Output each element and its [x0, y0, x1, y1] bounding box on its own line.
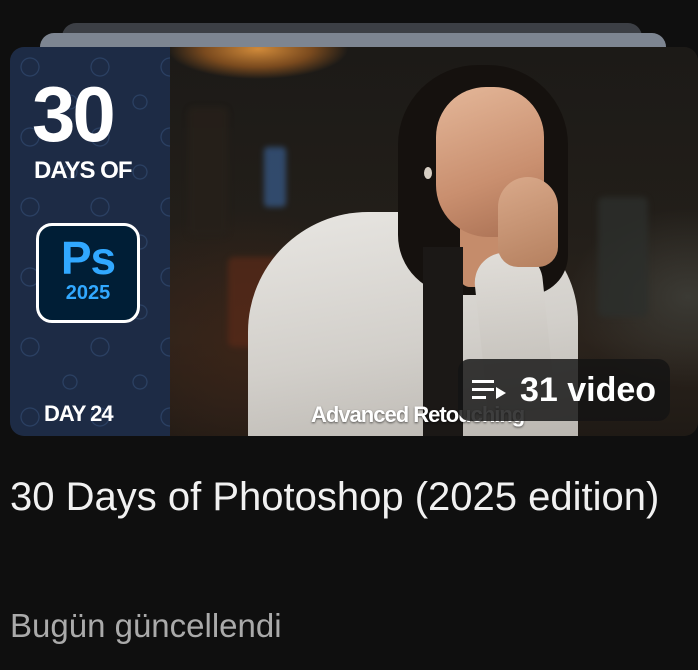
photoshop-logo-icon: Ps 2025	[36, 223, 140, 323]
playlist-title[interactable]: 30 Days of Photoshop (2025 edition)	[10, 468, 680, 526]
video-count-text: 31 video	[520, 370, 657, 409]
ps-logo-year: 2025	[65, 282, 111, 304]
playlist-icon	[472, 380, 506, 399]
thumbnail-day-label: DAY 24	[44, 401, 114, 426]
thumbnail-number: 30	[32, 70, 116, 158]
playlist-card[interactable]: 30 DAYS OF Ps 2025 DAY 24 Advanced Retou…	[0, 0, 698, 670]
thumbnail-days-of: DAYS OF	[34, 157, 132, 184]
ps-logo-text: Ps	[60, 232, 116, 284]
playlist-updated-status: Bugün güncellendi	[10, 607, 282, 644]
video-count-badge: 31 video	[458, 359, 671, 421]
playlist-thumbnail[interactable]: 30 DAYS OF Ps 2025 DAY 24 Advanced Retou…	[10, 47, 698, 436]
thumbnail-side-panel: 30 DAYS OF Ps 2025 DAY 24	[10, 47, 170, 436]
